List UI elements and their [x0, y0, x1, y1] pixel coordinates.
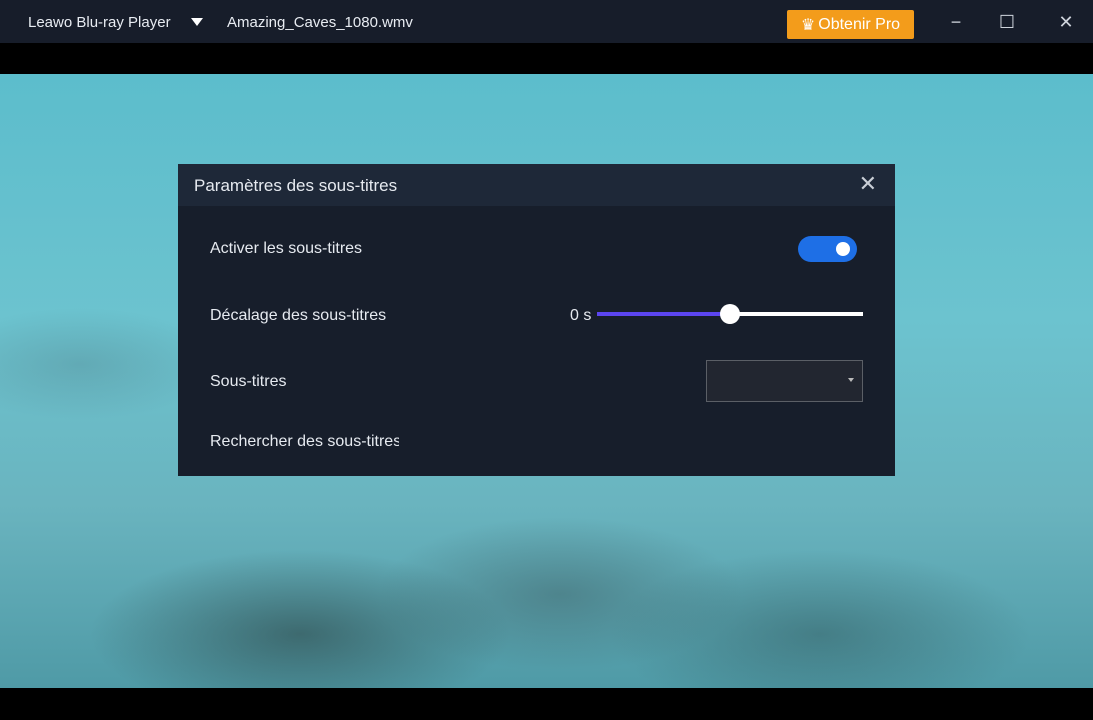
crown-icon: ♛	[800, 16, 816, 34]
subtitles-select[interactable]	[706, 360, 863, 402]
enable-subtitles-label: Activer les sous-titres	[210, 240, 363, 257]
subtitle-offset-label: Décalage des sous-titres	[210, 307, 387, 324]
app-name: Leawo Blu-ray Player	[28, 14, 171, 31]
toggle-knob	[836, 242, 850, 256]
dialog-header: Paramètres des sous-titres ✕	[178, 164, 895, 206]
close-window-button[interactable]: ✕	[1054, 10, 1078, 34]
file-name: Amazing_Caves_1080.wmv	[227, 14, 413, 31]
dialog-title: Paramètres des sous-titres	[194, 176, 398, 195]
chevron-down-icon	[848, 378, 854, 382]
close-dialog-button[interactable]: ✕	[859, 173, 877, 195]
enable-subtitles-toggle[interactable]	[798, 236, 857, 262]
get-pro-label: Obtenir Pro	[818, 15, 901, 33]
title-bar: Leawo Blu-ray Player Amazing_Caves_1080.…	[0, 0, 1093, 43]
get-pro-button[interactable]: ♛ Obtenir Pro	[787, 10, 914, 39]
subtitle-offset-slider[interactable]	[597, 304, 863, 324]
slider-fill	[597, 312, 730, 316]
search-subtitles-link[interactable]: Rechercher des sous-titres	[210, 433, 399, 451]
slider-thumb[interactable]	[720, 304, 740, 324]
app-menu-dropdown-icon[interactable]	[191, 18, 203, 26]
minimize-button[interactable]: −	[944, 10, 968, 34]
subtitle-settings-dialog: Paramètres des sous-titres ✕ Activer les…	[178, 164, 895, 476]
subtitle-offset-value: 0 s	[570, 307, 592, 324]
subtitles-label: Sous-titres	[210, 373, 287, 390]
maximize-button[interactable]: ☐	[995, 10, 1019, 34]
